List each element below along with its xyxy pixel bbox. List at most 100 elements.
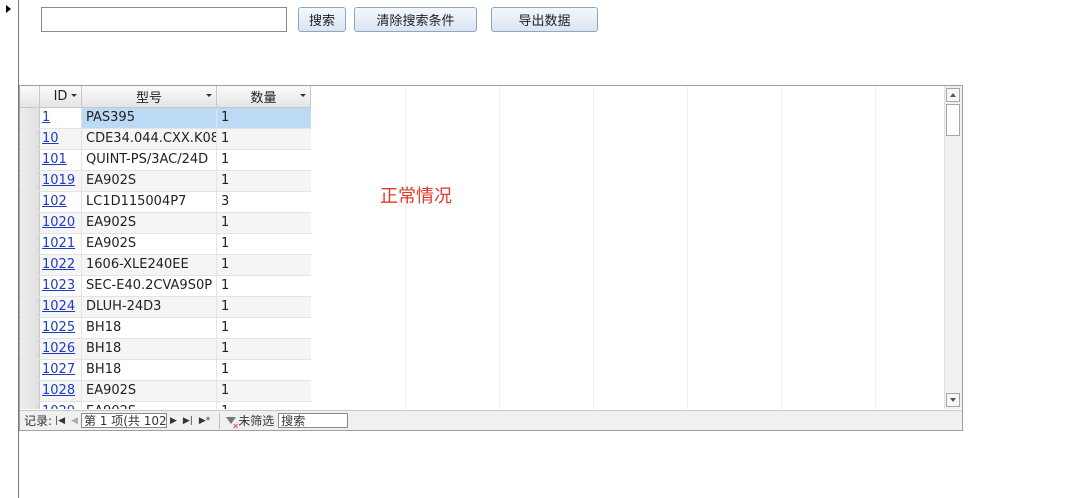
filter-status[interactable]: 未筛选 [238, 412, 274, 429]
dropdown-arrow-icon[interactable] [206, 94, 212, 97]
cell-model[interactable]: CDE34.044.CXX.K08.\ [82, 129, 217, 149]
vertical-scrollbar[interactable] [944, 86, 962, 409]
table-row[interactable]: 1 PAS395 1 [20, 108, 311, 129]
previous-record-icon[interactable]: ◀ [71, 416, 78, 426]
cell-quantity[interactable]: 1 [217, 213, 311, 233]
table-row[interactable]: 1028 EA902S 1 [20, 381, 311, 402]
cell-quantity[interactable]: 1 [217, 381, 311, 401]
footer-search-input[interactable]: 搜索 [278, 413, 349, 428]
cell-model[interactable]: EA902S [82, 171, 217, 191]
row-selector[interactable] [20, 234, 40, 254]
row-selector-arrow-icon [6, 5, 11, 13]
row-selector[interactable] [20, 360, 40, 380]
column-header-id[interactable]: ID [40, 86, 82, 107]
cell-quantity[interactable]: 1 [217, 360, 311, 380]
id-link[interactable]: 1022 [42, 257, 75, 272]
table-row[interactable]: 1027 BH18 1 [20, 360, 311, 381]
table-row[interactable]: 1026 BH18 1 [20, 339, 311, 360]
table-row[interactable]: 1025 BH18 1 [20, 318, 311, 339]
cell-quantity[interactable]: 1 [217, 171, 311, 191]
row-selector[interactable] [20, 402, 40, 409]
table-row[interactable]: 10 CDE34.044.CXX.K08.\ 1 [20, 129, 311, 150]
row-selector[interactable] [20, 255, 40, 275]
last-record-icon[interactable]: ▶| [183, 416, 193, 426]
id-link[interactable]: 10 [42, 131, 59, 146]
cell-model[interactable]: SEC-E40.2CVA9S0P [82, 276, 217, 296]
row-selector[interactable] [20, 213, 40, 233]
cell-model[interactable]: EA902S [82, 402, 217, 409]
scroll-down-icon[interactable] [946, 393, 960, 407]
cell-model[interactable]: DLUH-24D3 [82, 297, 217, 317]
first-record-icon[interactable]: |◀ [55, 416, 65, 426]
row-selector[interactable] [20, 381, 40, 401]
cell-model[interactable]: BH18 [82, 318, 217, 338]
row-selector[interactable] [20, 171, 40, 191]
current-record-field[interactable]: 第 1 项(共 102 项) [80, 413, 167, 428]
cell-quantity[interactable]: 1 [217, 339, 311, 359]
table-row[interactable]: 102 LC1D115004P7 3 [20, 192, 311, 213]
table-row[interactable]: 1021 EA902S 1 [20, 234, 311, 255]
cell-quantity[interactable]: 1 [217, 234, 311, 254]
id-link[interactable]: 1 [42, 110, 50, 125]
id-link[interactable]: 102 [42, 194, 67, 209]
row-selector[interactable] [20, 150, 40, 170]
cell-model[interactable]: EA902S [82, 234, 217, 254]
cell-model[interactable]: QUINT-PS/3AC/24D [82, 150, 217, 170]
cell-model[interactable]: 1606-XLE240EE [82, 255, 217, 275]
row-selector[interactable] [20, 192, 40, 212]
next-record-icon[interactable]: ▶ [170, 416, 177, 426]
export-data-button[interactable]: 导出数据 [491, 7, 598, 32]
row-selector[interactable] [20, 318, 40, 338]
cell-quantity[interactable]: 1 [217, 276, 311, 296]
row-selector[interactable] [20, 129, 40, 149]
row-selector[interactable] [20, 108, 40, 128]
id-link[interactable]: 101 [42, 152, 67, 167]
id-link[interactable]: 1020 [42, 215, 75, 230]
table-row[interactable]: 1024 DLUH-24D3 1 [20, 297, 311, 318]
table-row[interactable]: 101 QUINT-PS/3AC/24D 1 [20, 150, 311, 171]
id-link[interactable]: 1027 [42, 362, 75, 377]
row-selector[interactable] [20, 297, 40, 317]
dropdown-arrow-icon[interactable] [300, 94, 306, 97]
cell-model[interactable]: BH18 [82, 360, 217, 380]
table-row[interactable]: 1019 EA902S 1 [20, 171, 311, 192]
cell-model[interactable]: LC1D115004P7 [82, 192, 217, 212]
clear-search-button[interactable]: 清除搜索条件 [354, 7, 477, 32]
cell-model[interactable]: PAS395 [82, 108, 217, 128]
cell-quantity[interactable]: 1 [217, 402, 311, 409]
search-button[interactable]: 搜索 [298, 7, 346, 32]
cell-quantity[interactable]: 3 [217, 192, 311, 212]
cell-quantity[interactable]: 1 [217, 150, 311, 170]
cell-quantity[interactable]: 1 [217, 297, 311, 317]
new-record-icon[interactable]: ▶* [199, 416, 210, 426]
row-selector[interactable] [20, 339, 40, 359]
cell-quantity[interactable]: 1 [217, 129, 311, 149]
search-input[interactable] [41, 7, 287, 32]
id-link[interactable]: 1028 [42, 383, 75, 398]
id-link[interactable]: 1025 [42, 320, 75, 335]
cell-id: 1025 [40, 318, 82, 338]
id-link[interactable]: 1026 [42, 341, 75, 356]
cell-quantity[interactable]: 1 [217, 318, 311, 338]
cell-model[interactable]: BH18 [82, 339, 217, 359]
id-link[interactable]: 1029 [42, 404, 75, 409]
table-row[interactable]: 1022 1606-XLE240EE 1 [20, 255, 311, 276]
table-row[interactable]: 1023 SEC-E40.2CVA9S0P 1 [20, 276, 311, 297]
column-header-model[interactable]: 型号 [82, 86, 217, 107]
select-all-corner[interactable] [20, 86, 40, 107]
dropdown-arrow-icon[interactable] [71, 94, 77, 97]
table-row[interactable]: 1029 EA902S1 [20, 402, 311, 409]
column-header-quantity[interactable]: 数量 [217, 86, 311, 107]
row-selector[interactable] [20, 276, 40, 296]
cell-quantity[interactable]: 1 [217, 108, 311, 128]
table-row[interactable]: 1020 EA902S 1 [20, 213, 311, 234]
scroll-up-icon[interactable] [946, 88, 960, 102]
id-link[interactable]: 1019 [42, 173, 75, 188]
cell-quantity[interactable]: 1 [217, 255, 311, 275]
id-link[interactable]: 1023 [42, 278, 75, 293]
id-link[interactable]: 1021 [42, 236, 75, 251]
cell-model[interactable]: EA902S [82, 213, 217, 233]
scrollbar-thumb[interactable] [946, 104, 960, 136]
id-link[interactable]: 1024 [42, 299, 75, 314]
cell-model[interactable]: EA902S [82, 381, 217, 401]
